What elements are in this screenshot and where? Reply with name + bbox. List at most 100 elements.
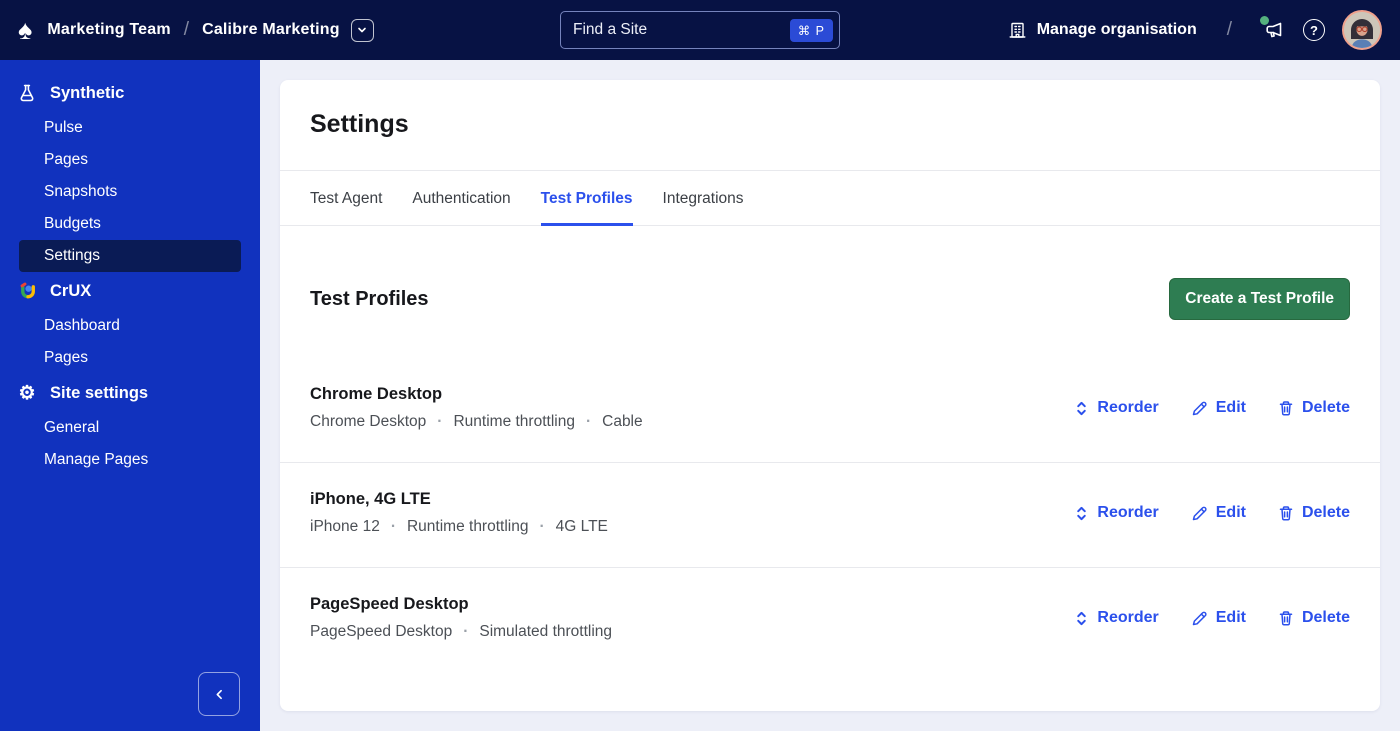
settings-tabs: Test Agent Authentication Test Profiles … xyxy=(280,170,1380,226)
sidebar-item-pulse[interactable]: Pulse xyxy=(19,112,241,144)
edit-button[interactable]: Edit xyxy=(1191,504,1246,522)
find-site-search[interactable]: Find a Site ⌘ P xyxy=(560,11,840,49)
section-title: Test Profiles xyxy=(310,287,429,310)
topbar-right: Manage organisation / xyxy=(1008,0,1400,60)
sidebar-item-general[interactable]: General xyxy=(19,412,241,444)
edit-label: Edit xyxy=(1215,609,1246,626)
reorder-label: Reorder xyxy=(1097,504,1159,521)
building-icon xyxy=(1009,22,1026,38)
profile-details: PageSpeed Desktop Simulated throttling xyxy=(310,623,612,641)
profile-info: Chrome Desktop Chrome Desktop Runtime th… xyxy=(310,385,643,431)
delete-label: Delete xyxy=(1301,504,1350,521)
sidebar-section-label: Site settings xyxy=(50,383,149,402)
profile-details: Chrome Desktop Runtime throttling Cable xyxy=(310,413,643,431)
gear-icon: ⚙ xyxy=(18,382,36,404)
sidebar-item-settings[interactable]: Settings xyxy=(19,240,241,272)
tab-test-profiles[interactable]: Test Profiles xyxy=(540,171,633,226)
tab-integrations[interactable]: Integrations xyxy=(663,171,744,226)
pencil-icon xyxy=(1192,401,1207,415)
delete-button[interactable]: Delete xyxy=(1278,399,1350,417)
pencil-icon xyxy=(1192,506,1207,520)
sidebar-item-budgets[interactable]: Budgets xyxy=(19,208,241,240)
row-actions: Reorder Edit Delete xyxy=(1074,609,1350,627)
topbar-separator: / xyxy=(1226,19,1232,40)
flask-icon xyxy=(16,83,38,103)
pencil-icon xyxy=(1192,611,1207,625)
app-logo-spade-icon[interactable]: ♠ xyxy=(18,16,32,44)
team-name-link[interactable]: Marketing Team xyxy=(47,21,170,39)
announcements-button[interactable] xyxy=(1260,16,1286,42)
crux-icon xyxy=(16,281,38,302)
reorder-icon xyxy=(1077,506,1087,520)
reorder-label: Reorder xyxy=(1097,609,1159,626)
edit-button[interactable]: Edit xyxy=(1191,399,1246,417)
sidebar-item-manage-pages[interactable]: Manage Pages xyxy=(19,444,241,476)
sidebar-section-label: CrUX xyxy=(50,281,92,300)
sidebar-item-label: General xyxy=(44,419,100,436)
reorder-label: Reorder xyxy=(1097,399,1159,416)
reorder-button[interactable]: Reorder xyxy=(1074,609,1159,627)
sidebar-section-site-settings[interactable]: ⚙ Site settings xyxy=(0,374,260,412)
test-profile-row: Chrome Desktop Chrome Desktop Runtime th… xyxy=(280,358,1380,462)
profile-detail: Simulated throttling xyxy=(452,623,612,641)
sidebar-item-crux-pages[interactable]: Pages xyxy=(19,342,241,374)
delete-label: Delete xyxy=(1301,399,1350,416)
tab-test-agent[interactable]: Test Agent xyxy=(310,171,382,226)
main-content: Settings Test Agent Authentication Test … xyxy=(260,60,1400,731)
sidebar-item-snapshots[interactable]: Snapshots xyxy=(19,176,241,208)
profile-detail: PageSpeed Desktop xyxy=(310,623,453,640)
tab-authentication[interactable]: Authentication xyxy=(412,171,510,226)
row-actions: Reorder Edit Delete xyxy=(1074,399,1350,417)
profile-name: iPhone, 4G LTE xyxy=(310,490,431,508)
delete-button[interactable]: Delete xyxy=(1278,504,1350,522)
test-profile-row: iPhone, 4G LTE iPhone 12 Runtime throttl… xyxy=(280,462,1380,567)
manage-organisation-label: Manage organisation xyxy=(1036,21,1197,38)
search-placeholder: Find a Site xyxy=(573,21,648,38)
edit-button[interactable]: Edit xyxy=(1191,609,1246,627)
sidebar-item-label: Settings xyxy=(44,247,101,264)
delete-label: Delete xyxy=(1301,609,1350,626)
reorder-icon xyxy=(1077,611,1087,625)
profile-detail: Runtime throttling xyxy=(380,518,528,536)
sidebar-item-label: Dashboard xyxy=(44,317,120,334)
delete-button[interactable]: Delete xyxy=(1278,609,1350,627)
chevron-left-icon xyxy=(216,689,222,699)
profile-name: Chrome Desktop xyxy=(310,385,443,403)
user-avatar[interactable] xyxy=(1342,10,1382,50)
site-switcher-button[interactable] xyxy=(350,18,374,42)
sidebar-item-label: Pages xyxy=(44,151,88,168)
create-test-profile-button[interactable]: Create a Test Profile xyxy=(1169,278,1350,320)
sidebar-item-dashboard[interactable]: Dashboard xyxy=(19,310,241,342)
sidebar-item-pages[interactable]: Pages xyxy=(19,144,241,176)
sidebar-collapse-button[interactable] xyxy=(198,672,240,716)
sidebar-item-label: Budgets xyxy=(44,215,101,232)
sidebar-section-crux[interactable]: CrUX xyxy=(0,272,260,310)
help-button[interactable] xyxy=(1303,19,1325,41)
sidebar-item-label: Snapshots xyxy=(44,183,118,200)
page-title: Settings xyxy=(310,110,409,138)
sidebar-section-synthetic[interactable]: Synthetic xyxy=(0,74,260,112)
edit-label: Edit xyxy=(1215,399,1246,416)
settings-card: Settings Test Agent Authentication Test … xyxy=(280,80,1380,711)
profile-detail: 4G LTE xyxy=(528,518,608,536)
notification-dot xyxy=(1260,16,1269,25)
manage-organisation-link[interactable]: Manage organisation xyxy=(1008,21,1197,40)
chevron-down-icon xyxy=(358,27,367,33)
help-icon xyxy=(1303,19,1325,41)
profile-info: iPhone, 4G LTE iPhone 12 Runtime throttl… xyxy=(310,490,608,536)
site-name-link[interactable]: Calibre Marketing xyxy=(202,21,340,39)
trash-icon xyxy=(1279,505,1293,521)
profile-detail: Cable xyxy=(575,413,643,431)
sidebar-item-label: Manage Pages xyxy=(44,451,149,468)
reorder-icon xyxy=(1077,401,1087,415)
section-header: Test Profiles Create a Test Profile xyxy=(280,226,1380,358)
edit-label: Edit xyxy=(1215,504,1246,521)
reorder-button[interactable]: Reorder xyxy=(1074,399,1159,417)
profile-name: PageSpeed Desktop xyxy=(310,595,469,613)
trash-icon xyxy=(1279,610,1293,626)
row-actions: Reorder Edit Delete xyxy=(1074,504,1350,522)
card-header: Settings xyxy=(280,80,1380,170)
profile-detail: Chrome Desktop xyxy=(310,413,427,430)
sidebar-section-label: Synthetic xyxy=(50,83,125,102)
reorder-button[interactable]: Reorder xyxy=(1074,504,1159,522)
